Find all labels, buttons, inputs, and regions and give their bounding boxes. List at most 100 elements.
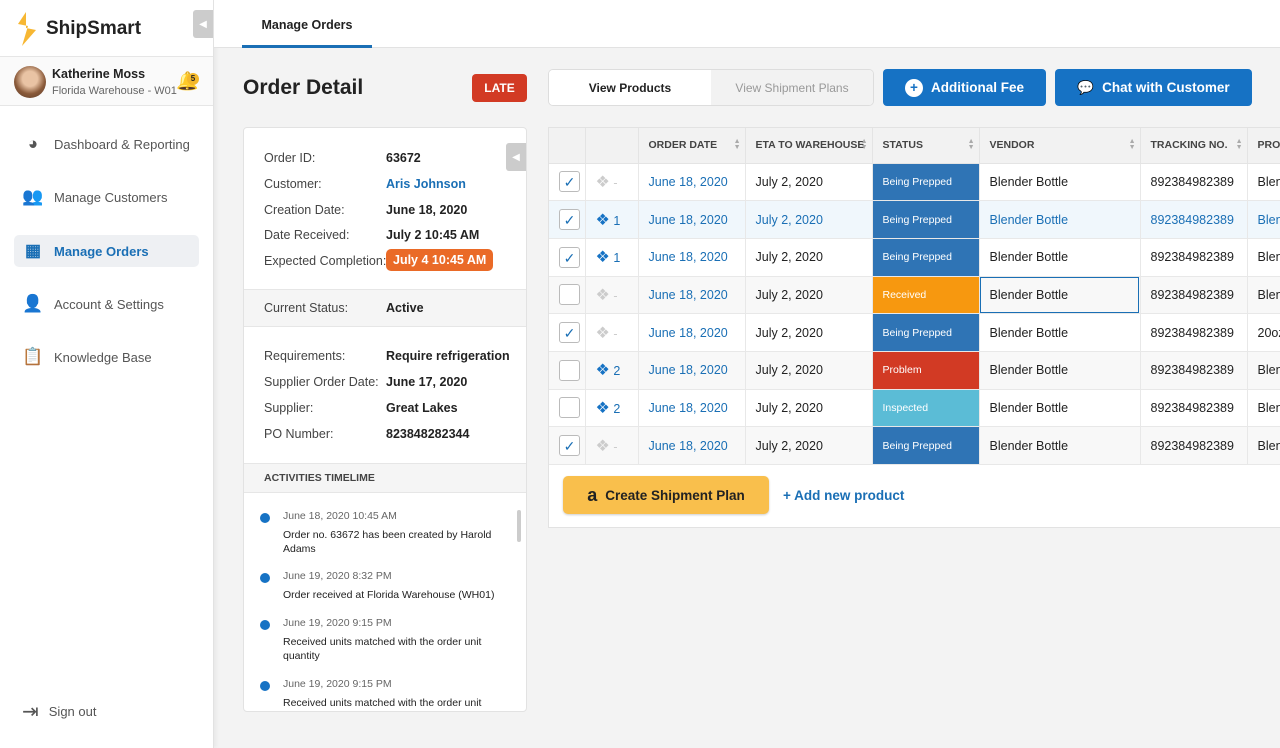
vendor-cell[interactable]: Blender Bottle: [979, 351, 1141, 390]
order-date-link[interactable]: June 18, 2020: [638, 163, 746, 202]
order-date-link[interactable]: June 18, 2020: [638, 351, 746, 390]
column-header-label: STATUS: [882, 139, 923, 152]
shipment-count[interactable]: -: [613, 440, 617, 454]
box-icon[interactable]: ❖: [596, 287, 610, 304]
timeline-scrollbar[interactable]: [517, 510, 521, 542]
tracking-cell: 892384982389: [1140, 426, 1248, 465]
box-icon[interactable]: ❖: [596, 400, 610, 417]
row-checkbox[interactable]: ✓: [559, 435, 580, 457]
shipment-count[interactable]: 1: [613, 214, 620, 228]
tracking-cell: 892384982389: [1140, 200, 1248, 239]
view-products-tab[interactable]: View Products: [549, 70, 711, 105]
status-badge[interactable]: Problem: [872, 351, 980, 390]
status-badge[interactable]: Being Prepped: [872, 313, 980, 352]
vendor-cell[interactable]: Blender Bottle: [979, 276, 1141, 315]
sort-icon[interactable]: ▲ ▼: [861, 138, 868, 151]
column-header[interactable]: TRACKING NO. ▲ ▼: [1140, 128, 1248, 164]
order-date-link[interactable]: June 18, 2020: [638, 200, 746, 239]
row-checkbox[interactable]: ✓: [559, 171, 580, 193]
sidebar-item-account[interactable]: 👤 Account & Settings: [14, 288, 199, 320]
order-date-link[interactable]: June 18, 2020: [638, 276, 746, 315]
shipment-count[interactable]: 1: [613, 251, 620, 265]
status-badge[interactable]: Being Prepped: [872, 200, 980, 239]
sort-icon[interactable]: ▲ ▼: [1129, 138, 1136, 151]
tracking-cell: 892384982389: [1140, 163, 1248, 202]
view-shipment-plans-tab[interactable]: View Shipment Plans: [711, 70, 873, 105]
column-header[interactable]: STATUS ▲ ▼: [872, 128, 980, 164]
status-badge[interactable]: Inspected: [872, 389, 980, 428]
timeline-item: June 19, 2020 9:15 PM Received units matc…: [260, 678, 510, 710]
column-header[interactable]: ETA TO WAREHOUSE ▲ ▼: [745, 128, 873, 164]
sign-out-button[interactable]: ⇥ Sign out: [22, 699, 96, 724]
avatar[interactable]: [14, 66, 46, 98]
table-row[interactable]: ❖ 2 June 18, 2020 July 2, 2020 Inspected…: [549, 389, 1280, 428]
box-icon[interactable]: ❖: [596, 362, 610, 379]
sidebar-item-label: Knowledge Base: [54, 349, 152, 365]
eta-cell: July 2, 2020: [745, 238, 873, 277]
sidebar-item-orders[interactable]: ▦ Manage Orders: [14, 235, 199, 267]
table-row[interactable]: ✓ ❖ 1 June 18, 2020 July 2, 2020 Being P…: [549, 238, 1280, 277]
tab-manage-orders[interactable]: Manage Orders: [242, 0, 372, 48]
row-checkbox[interactable]: ✓: [559, 246, 580, 268]
box-icon[interactable]: ❖: [596, 325, 610, 342]
vendor-cell[interactable]: Blender Bottle: [979, 163, 1141, 202]
status-badge[interactable]: Being Prepped: [872, 426, 980, 465]
vendor-cell[interactable]: Blender Bottle: [979, 238, 1141, 277]
row-checkbox[interactable]: [559, 359, 580, 381]
column-header[interactable]: PRODUCT: [1247, 128, 1280, 164]
sidebar-item-dashboard[interactable]: ◕ Dashboard & Reporting: [14, 128, 199, 160]
shipment-count[interactable]: -: [613, 327, 617, 341]
additional-fee-button[interactable]: + Additional Fee: [883, 69, 1046, 106]
timeline-date: June 18, 2020 10:45 AM: [283, 510, 397, 522]
vendor-cell[interactable]: Blender Bottle: [979, 200, 1141, 239]
sort-icon[interactable]: ▲ ▼: [734, 138, 741, 151]
table-row[interactable]: ✓ ❖ 1 June 18, 2020 July 2, 2020 Being P…: [549, 200, 1280, 239]
logo[interactable]: ShipSmart: [14, 12, 141, 46]
vendor-cell[interactable]: Blender Bottle: [979, 389, 1141, 428]
vendor-cell[interactable]: Blender Bottle: [979, 426, 1141, 465]
status-badge[interactable]: Being Prepped: [872, 238, 980, 277]
shipment-count[interactable]: -: [613, 289, 617, 303]
status-badge[interactable]: Received: [872, 276, 980, 315]
box-icon[interactable]: ❖: [596, 249, 610, 266]
eta-cell: July 2, 2020: [745, 313, 873, 352]
timeline-item: June 19, 2020 9:15 PM Received units matc…: [260, 617, 510, 663]
chat-with-customer-button[interactable]: 💬 Chat with Customer: [1055, 69, 1252, 106]
sort-icon[interactable]: ▲ ▼: [1236, 138, 1243, 151]
order-date-link[interactable]: June 18, 2020: [638, 389, 746, 428]
box-icon[interactable]: ❖: [596, 174, 610, 191]
sidebar-item-customers[interactable]: 👥 Manage Customers: [14, 181, 199, 213]
plus-circle-icon: +: [904, 78, 923, 97]
box-icon[interactable]: ❖: [596, 212, 610, 229]
sidebar-item-label: Manage Orders: [54, 243, 149, 259]
row-checkbox[interactable]: ✓: [559, 209, 580, 231]
collapse-sidebar-button[interactable]: ◀: [193, 10, 213, 38]
table-row[interactable]: ✓ ❖ - June 18, 2020 July 2, 2020 Being P…: [549, 313, 1280, 352]
customer-link[interactable]: Aris Johnson: [386, 177, 466, 191]
create-shipment-plan-button[interactable]: a Create Shipment Plan: [563, 476, 769, 514]
row-checkbox[interactable]: ✓: [559, 322, 580, 344]
column-header[interactable]: VENDOR ▲ ▼: [979, 128, 1141, 164]
order-date-link[interactable]: June 18, 2020: [638, 238, 746, 277]
row-checkbox[interactable]: [559, 284, 580, 306]
sidebar-item-knowledge[interactable]: 📋 Knowledge Base: [14, 341, 199, 373]
shipment-count[interactable]: -: [613, 176, 617, 190]
order-date-link[interactable]: June 18, 2020: [638, 426, 746, 465]
po-number-label: PO Number:: [264, 427, 334, 441]
table-row[interactable]: ❖ 2 June 18, 2020 July 2, 2020 Problem B…: [549, 351, 1280, 390]
box-icon[interactable]: ❖: [596, 438, 610, 455]
collapse-card-button[interactable]: ◀: [506, 143, 526, 171]
table-row[interactable]: ✓ ❖ - June 18, 2020 July 2, 2020 Being P…: [549, 426, 1280, 465]
shipment-cell: ❖ -: [585, 163, 639, 202]
table-row[interactable]: ❖ - June 18, 2020 July 2, 2020 Received …: [549, 276, 1280, 315]
add-new-product-link[interactable]: + Add new product: [783, 488, 904, 503]
shipment-count[interactable]: 2: [613, 364, 620, 378]
table-row[interactable]: ✓ ❖ - June 18, 2020 July 2, 2020 Being P…: [549, 163, 1280, 202]
vendor-cell[interactable]: Blender Bottle: [979, 313, 1141, 352]
row-checkbox[interactable]: [559, 397, 580, 419]
order-date-link[interactable]: June 18, 2020: [638, 313, 746, 352]
sort-icon[interactable]: ▲ ▼: [968, 138, 975, 151]
status-badge[interactable]: Being Prepped: [872, 163, 980, 202]
column-header[interactable]: ORDER DATE ▲ ▼: [638, 128, 746, 164]
shipment-count[interactable]: 2: [613, 402, 620, 416]
